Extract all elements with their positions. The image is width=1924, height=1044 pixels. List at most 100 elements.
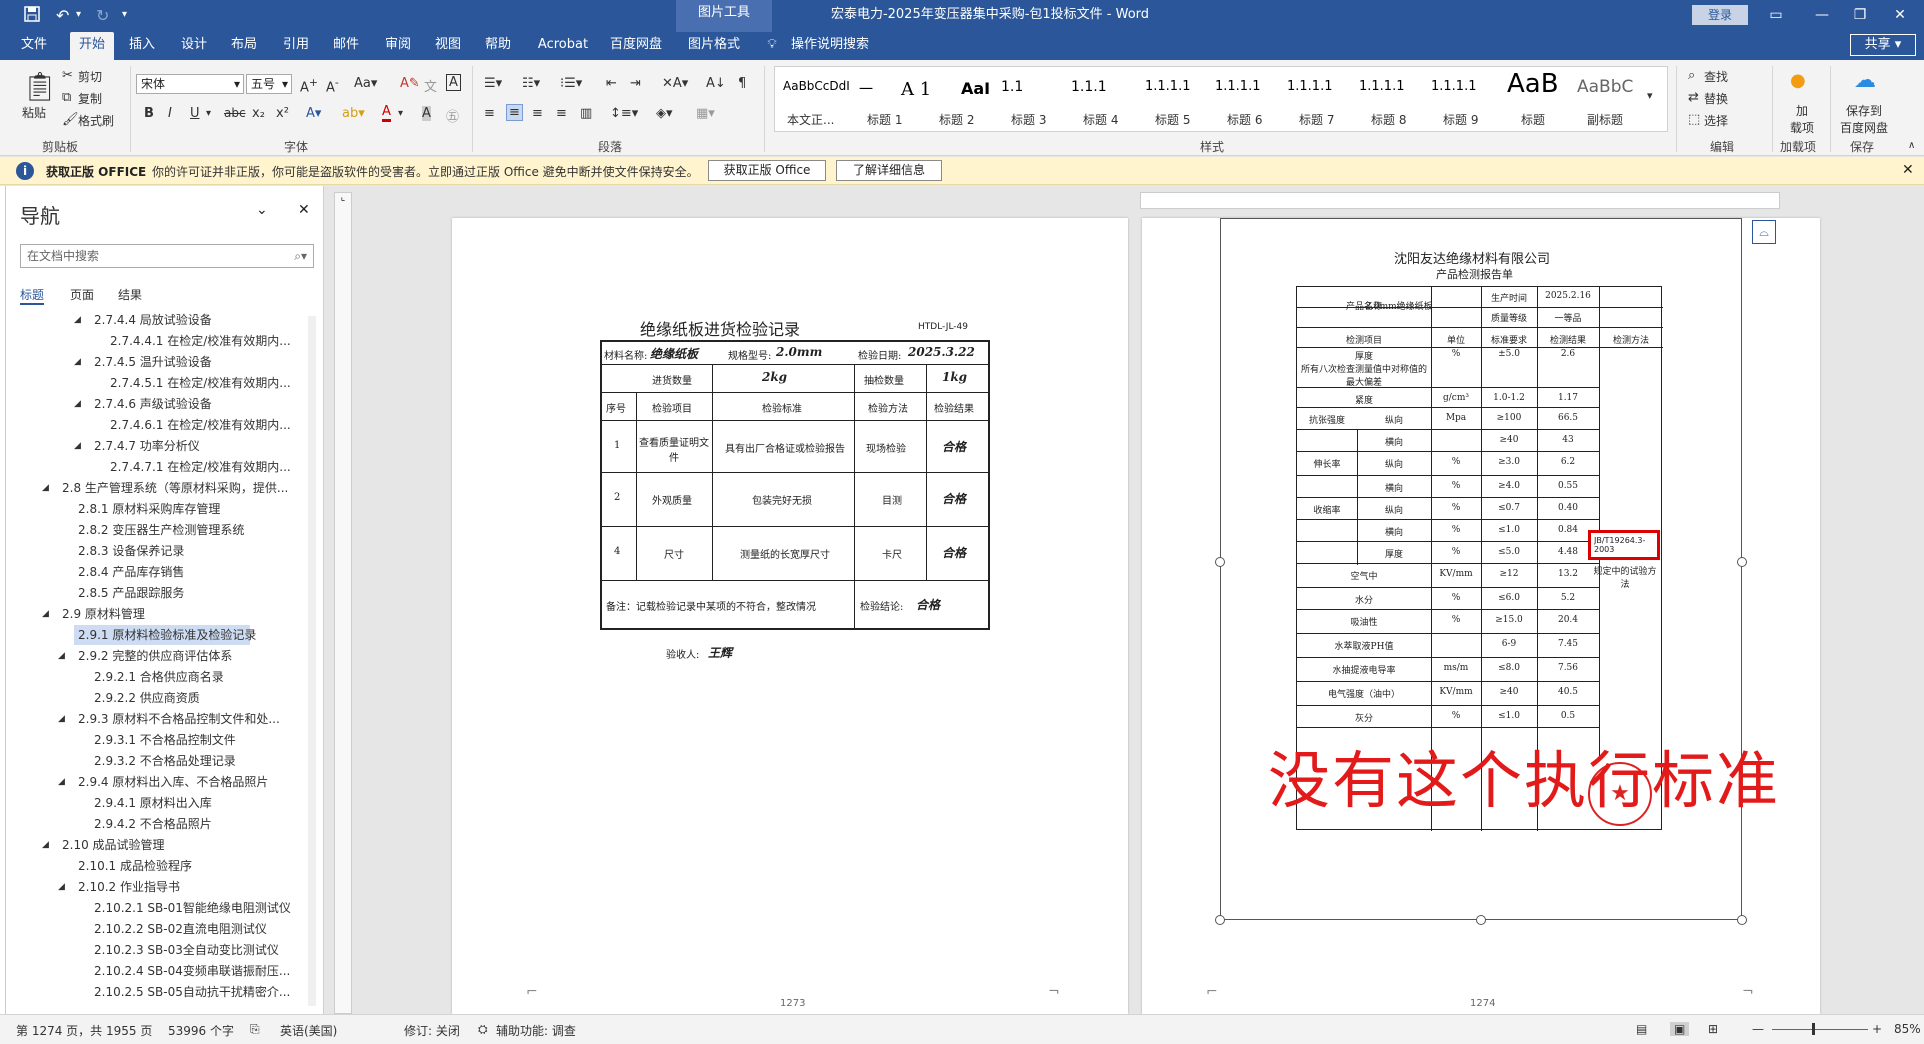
- collapse-arrow-icon[interactable]: ◢: [58, 877, 65, 897]
- nav-heading-item[interactable]: 2.10.2.5 SB-05自动抗干扰精密介...: [90, 982, 290, 1002]
- tab-design[interactable]: 设计: [174, 32, 214, 60]
- nav-heading-item[interactable]: 2.10.2 作业指导书: [74, 877, 180, 897]
- tab-layout[interactable]: 布局: [224, 32, 264, 60]
- text-effects-icon[interactable]: A▾: [306, 106, 321, 121]
- tell-me-search[interactable]: 操作说明搜索: [790, 32, 870, 60]
- undo-dropdown-icon[interactable]: ▾: [76, 9, 81, 20]
- replace-button[interactable]: 替换: [1704, 90, 1728, 107]
- resize-handle[interactable]: [1737, 557, 1747, 567]
- decrease-indent-icon[interactable]: ⇤: [606, 76, 617, 91]
- chinese-layout-icon[interactable]: ✕A▾: [662, 76, 688, 91]
- get-office-button[interactable]: 获取正版 Office: [708, 160, 826, 181]
- collapse-arrow-icon[interactable]: ◢: [42, 835, 49, 855]
- minimize-icon[interactable]: —: [1802, 4, 1842, 26]
- italic-icon[interactable]: I: [168, 106, 172, 121]
- nav-heading-item[interactable]: 2.9.2.1 合格供应商名录: [90, 667, 224, 687]
- addins-button[interactable]: 加 载项: [1790, 102, 1814, 136]
- shading-icon[interactable]: ◈▾: [656, 106, 673, 121]
- paste-label[interactable]: 粘贴: [22, 104, 46, 121]
- nav-heading-item[interactable]: 2.7.4.4.1 在检定/校准有效期内...: [106, 331, 291, 351]
- superscript-icon[interactable]: x²: [276, 106, 289, 121]
- borders-icon[interactable]: ▦▾: [696, 106, 715, 121]
- collapse-arrow-icon[interactable]: ◢: [58, 772, 65, 792]
- collapse-arrow-icon[interactable]: ◢: [74, 310, 81, 330]
- enclose-char-icon[interactable]: ㊄: [446, 106, 459, 125]
- resize-handle[interactable]: [1476, 915, 1486, 925]
- nav-heading-item[interactable]: 2.10.2.4 SB-04变频串联谐振耐压...: [90, 961, 290, 981]
- change-case-icon[interactable]: Aa▾: [354, 76, 377, 91]
- distribute-icon[interactable]: ▥: [580, 106, 592, 121]
- style-preview-h6[interactable]: 1.1.1.1: [1145, 79, 1190, 94]
- nav-heading-item[interactable]: 2.7.4.5 温升试验设备: [90, 352, 212, 372]
- cut-icon[interactable]: ✂: [62, 68, 73, 83]
- style-preview-title[interactable]: AaB: [1507, 69, 1559, 99]
- underline-icon[interactable]: U: [190, 106, 200, 121]
- style-preview-h3[interactable]: AaI: [961, 79, 990, 98]
- nav-heading-item[interactable]: 2.10 成品试验管理: [58, 835, 165, 855]
- web-layout-icon[interactable]: ⊞: [1708, 1022, 1718, 1036]
- collapse-arrow-icon[interactable]: ◢: [74, 394, 81, 414]
- styles-more-icon[interactable]: ▾: [1647, 89, 1653, 102]
- format-painter-icon[interactable]: 🖌︎: [62, 112, 79, 127]
- style-preview-subtitle[interactable]: AaBbC: [1577, 77, 1633, 97]
- chevron-down-icon[interactable]: ⌄: [256, 202, 268, 218]
- search-icon[interactable]: ⌕▾: [294, 245, 307, 267]
- share-button[interactable]: 共享 ▾: [1850, 34, 1916, 56]
- proofing-icon[interactable]: ⎘: [250, 1022, 260, 1037]
- clear-format-icon[interactable]: A✎: [400, 76, 420, 91]
- collapse-arrow-icon[interactable]: ◢: [74, 352, 81, 372]
- collapse-arrow-icon[interactable]: ◢: [58, 646, 65, 666]
- close-icon[interactable]: ✕: [1902, 162, 1914, 178]
- nav-heading-item[interactable]: 2.9.2.2 供应商资质: [90, 688, 200, 708]
- nav-heading-item[interactable]: 2.7.4.4 局放试验设备: [90, 310, 212, 330]
- addins-icon[interactable]: ●: [1790, 70, 1806, 91]
- nav-heading-item[interactable]: 2.9 原材料管理: [58, 604, 145, 624]
- zoom-level[interactable]: 85%: [1894, 1022, 1921, 1036]
- page-count[interactable]: 第 1274 页，共 1955 页: [16, 1022, 152, 1039]
- select-button[interactable]: 选择: [1704, 112, 1728, 129]
- nav-heading-item[interactable]: 2.7.4.7.1 在检定/校准有效期内...: [106, 457, 291, 477]
- nav-heading-item[interactable]: 2.8.3 设备保养记录: [74, 541, 184, 561]
- nav-heading-item[interactable]: 2.8 生产管理系统（等原材料采购，提供...: [58, 478, 288, 498]
- strikethrough-icon[interactable]: abc: [224, 106, 246, 120]
- style-preview-h2[interactable]: A 1: [901, 79, 931, 100]
- zoom-out-icon[interactable]: —: [1752, 1022, 1764, 1036]
- replace-icon[interactable]: ⇄: [1688, 90, 1699, 105]
- collapse-arrow-icon[interactable]: ◢: [74, 436, 81, 456]
- nav-scrollbar[interactable]: [308, 316, 316, 1006]
- nav-heading-item[interactable]: 2.9.3.1 不合格品控制文件: [90, 730, 236, 750]
- style-preview-h9[interactable]: 1.1.1.1: [1359, 79, 1404, 94]
- align-right-icon[interactable]: ≡: [532, 106, 543, 121]
- tab-view[interactable]: 视图: [428, 32, 468, 60]
- tab-selector-icon[interactable]: ⌞: [336, 192, 350, 206]
- format-painter-button[interactable]: 格式刷: [78, 112, 114, 129]
- justify-icon[interactable]: ≡: [556, 106, 567, 121]
- nav-tab-results[interactable]: 结果: [118, 286, 142, 303]
- sort-icon[interactable]: A↓: [706, 76, 726, 91]
- tab-mailings[interactable]: 邮件: [326, 32, 366, 60]
- bullets-icon[interactable]: ☰▾: [484, 76, 502, 91]
- style-preview-h7[interactable]: 1.1.1.1: [1215, 79, 1260, 94]
- zoom-slider-thumb[interactable]: [1812, 1023, 1815, 1035]
- tab-baidu[interactable]: 百度网盘: [606, 32, 666, 60]
- tab-file[interactable]: 文件: [14, 32, 54, 60]
- numbering-icon[interactable]: ☷▾: [522, 76, 540, 91]
- font-size-select[interactable]: 五号 ▾: [246, 74, 292, 94]
- layout-options-icon[interactable]: ⌓: [1752, 220, 1776, 244]
- style-preview-h1[interactable]: 一: [859, 79, 873, 99]
- collapse-ribbon-icon[interactable]: ∧: [1908, 140, 1915, 151]
- nav-heading-item[interactable]: 2.9.1 原材料检验标准及检验记录: [74, 625, 256, 645]
- cut-button[interactable]: 剪切: [78, 68, 102, 85]
- style-preview-h8[interactable]: 1.1.1.1: [1287, 79, 1332, 94]
- collapse-arrow-icon[interactable]: ◢: [58, 709, 65, 729]
- resize-handle[interactable]: [1215, 557, 1225, 567]
- collapse-arrow-icon[interactable]: ◢: [42, 478, 49, 498]
- nav-heading-item[interactable]: 2.9.3 原材料不合格品控制文件和处...: [74, 709, 280, 729]
- zoom-slider[interactable]: [1772, 1029, 1868, 1030]
- read-mode-icon[interactable]: ▤: [1636, 1022, 1647, 1036]
- horizontal-ruler[interactable]: [1140, 192, 1780, 209]
- print-layout-icon[interactable]: ▣: [1670, 1022, 1690, 1036]
- increase-indent-icon[interactable]: ⇥: [630, 76, 641, 91]
- style-preview-normal[interactable]: AaBbCcDdI: [783, 79, 850, 93]
- nav-heading-item[interactable]: 2.9.4 原材料出入库、不合格品照片: [74, 772, 268, 792]
